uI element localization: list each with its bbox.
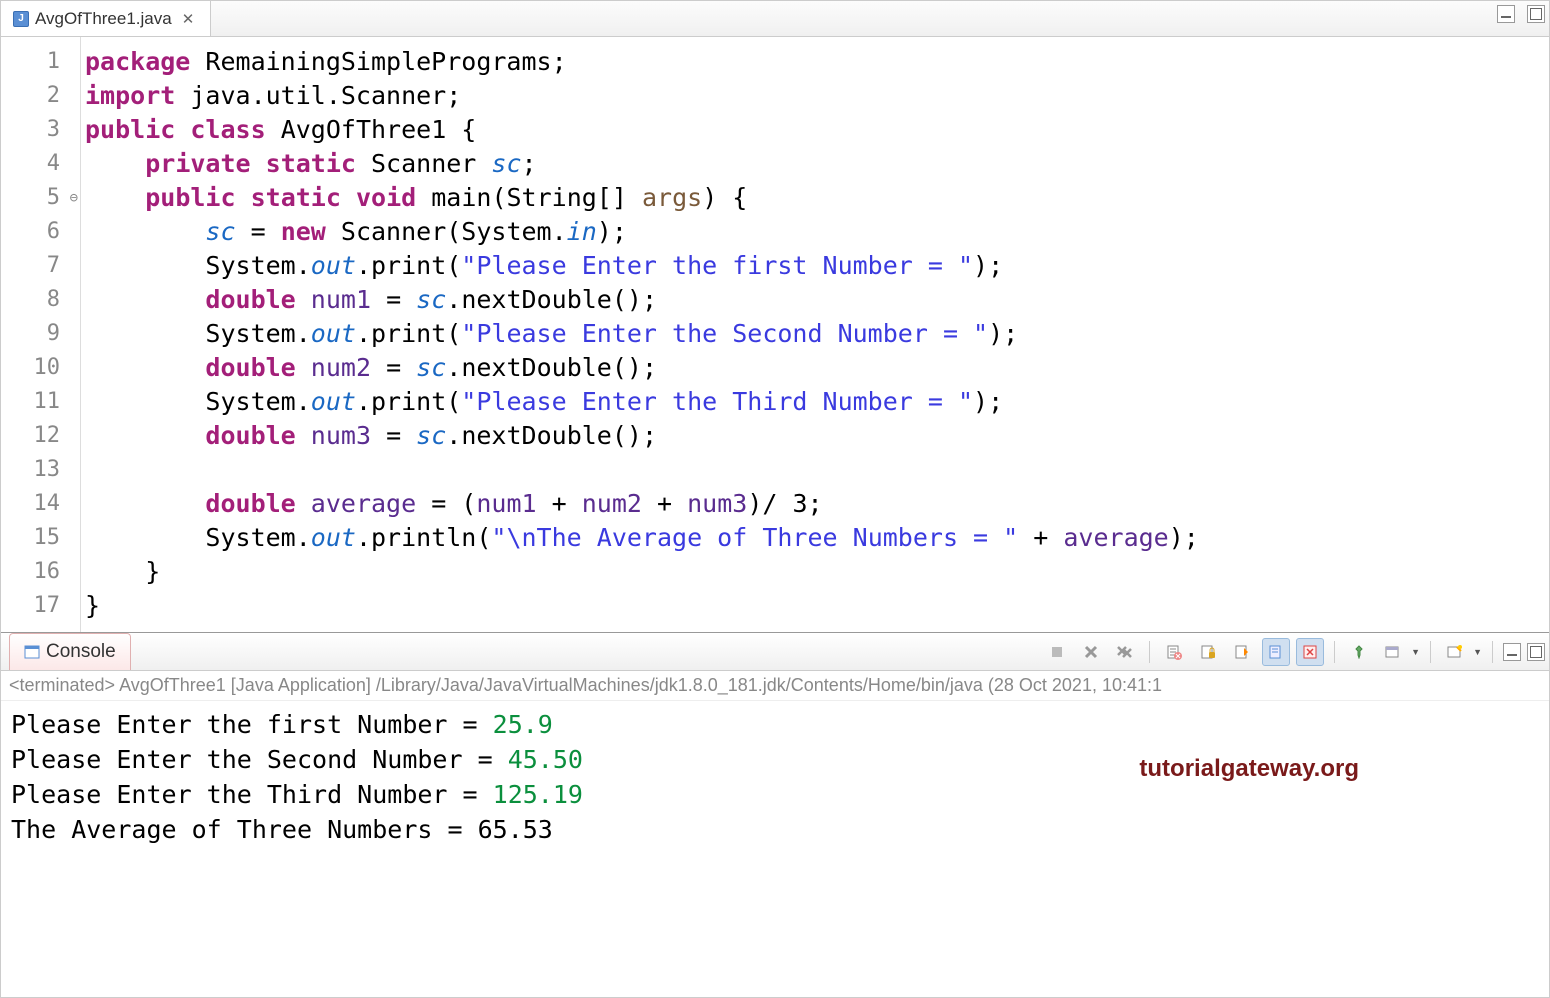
display-selected-console-button[interactable] — [1379, 638, 1407, 666]
console-maximize-button[interactable] — [1527, 643, 1545, 661]
line-number: 14 — [1, 487, 80, 521]
remove-launch-button[interactable] — [1077, 638, 1105, 666]
remove-all-launches-button[interactable] — [1111, 638, 1139, 666]
line-number-gutter: 1234567891011121314151617 — [1, 37, 81, 632]
code-line[interactable]: public static void main(String[] args) { — [85, 181, 1545, 215]
line-number: 16 — [1, 555, 80, 589]
console-panel: Console ▼ ▼ — [1, 632, 1549, 997]
code-line[interactable]: sc = new Scanner(System.in); — [85, 215, 1545, 249]
watermark: tutorialgateway.org — [1139, 751, 1359, 786]
file-tab[interactable]: J AvgOfThree1.java ✕ — [1, 1, 211, 36]
console-icon — [24, 644, 40, 660]
scroll-lock-button[interactable] — [1194, 638, 1222, 666]
java-file-icon: J — [13, 11, 29, 27]
user-input: 125.19 — [493, 780, 583, 809]
line-number: 13 — [1, 453, 80, 487]
console-output[interactable]: tutorialgateway.org Please Enter the fir… — [1, 701, 1549, 997]
line-number: 3 — [1, 113, 80, 147]
open-console-button[interactable] — [1441, 638, 1469, 666]
console-title: Console — [46, 641, 116, 663]
line-number: 17 — [1, 589, 80, 623]
code-line[interactable]: System.out.print("Please Enter the Secon… — [85, 317, 1545, 351]
code-line[interactable]: double num2 = sc.nextDouble(); — [85, 351, 1545, 385]
code-area[interactable]: package RemainingSimplePrograms;import j… — [81, 37, 1549, 632]
console-minimize-button[interactable] — [1503, 643, 1521, 661]
code-line[interactable]: System.out.print("Please Enter the Third… — [85, 385, 1545, 419]
maximize-button[interactable] — [1527, 5, 1545, 23]
user-input: 45.50 — [508, 745, 583, 774]
line-number: 7 — [1, 249, 80, 283]
user-input: 25.9 — [493, 710, 553, 739]
console-status: <terminated> AvgOfThree1 [Java Applicati… — [1, 671, 1549, 701]
line-number: 1 — [1, 45, 80, 79]
console-header: Console ▼ ▼ — [1, 633, 1549, 671]
line-number: 11 — [1, 385, 80, 419]
line-number: 5 — [1, 181, 80, 215]
console-tab[interactable]: Console — [9, 633, 131, 670]
code-line[interactable]: } — [85, 555, 1545, 589]
code-line[interactable]: private static Scanner sc; — [85, 147, 1545, 181]
dropdown-arrow-icon[interactable]: ▼ — [1473, 647, 1482, 657]
code-line[interactable] — [85, 453, 1545, 487]
code-line[interactable]: System.out.print("Please Enter the first… — [85, 249, 1545, 283]
show-console-on-error-button[interactable] — [1262, 638, 1290, 666]
minimize-button[interactable] — [1497, 5, 1515, 23]
console-line: Please Enter the first Number = 25.9 — [11, 707, 1539, 742]
code-line[interactable]: } — [85, 589, 1545, 623]
line-number: 8 — [1, 283, 80, 317]
console-line: The Average of Three Numbers = 65.53 — [11, 812, 1539, 847]
editor-window-controls — [1497, 5, 1545, 23]
dropdown-arrow-icon[interactable]: ▼ — [1411, 647, 1420, 657]
console-toolbar: ▼ ▼ — [1043, 638, 1545, 666]
clear-console-button[interactable] — [1160, 638, 1188, 666]
line-number: 10 — [1, 351, 80, 385]
line-number: 15 — [1, 521, 80, 555]
line-number: 12 — [1, 419, 80, 453]
line-number: 4 — [1, 147, 80, 181]
code-editor[interactable]: 1234567891011121314151617 package Remain… — [1, 37, 1549, 632]
show-console-on-output-button[interactable] — [1228, 638, 1256, 666]
pin-console-button[interactable] — [1345, 638, 1373, 666]
code-line[interactable]: double average = (num1 + num2 + num3)/ 3… — [85, 487, 1545, 521]
word-wrap-button[interactable] — [1296, 638, 1324, 666]
code-line[interactable]: double num3 = sc.nextDouble(); — [85, 419, 1545, 453]
line-number: 6 — [1, 215, 80, 249]
line-number: 9 — [1, 317, 80, 351]
tab-close-icon[interactable]: ✕ — [178, 10, 199, 28]
code-line[interactable]: System.out.println("\nThe Average of Thr… — [85, 521, 1545, 555]
code-line[interactable]: public class AvgOfThree1 { — [85, 113, 1545, 147]
tab-filename: AvgOfThree1.java — [35, 9, 172, 29]
editor-tab-bar: J AvgOfThree1.java ✕ — [1, 1, 1549, 37]
code-line[interactable]: import java.util.Scanner; — [85, 79, 1545, 113]
code-line[interactable]: package RemainingSimplePrograms; — [85, 45, 1545, 79]
code-line[interactable]: double num1 = sc.nextDouble(); — [85, 283, 1545, 317]
line-number: 2 — [1, 79, 80, 113]
terminate-button[interactable] — [1043, 638, 1071, 666]
